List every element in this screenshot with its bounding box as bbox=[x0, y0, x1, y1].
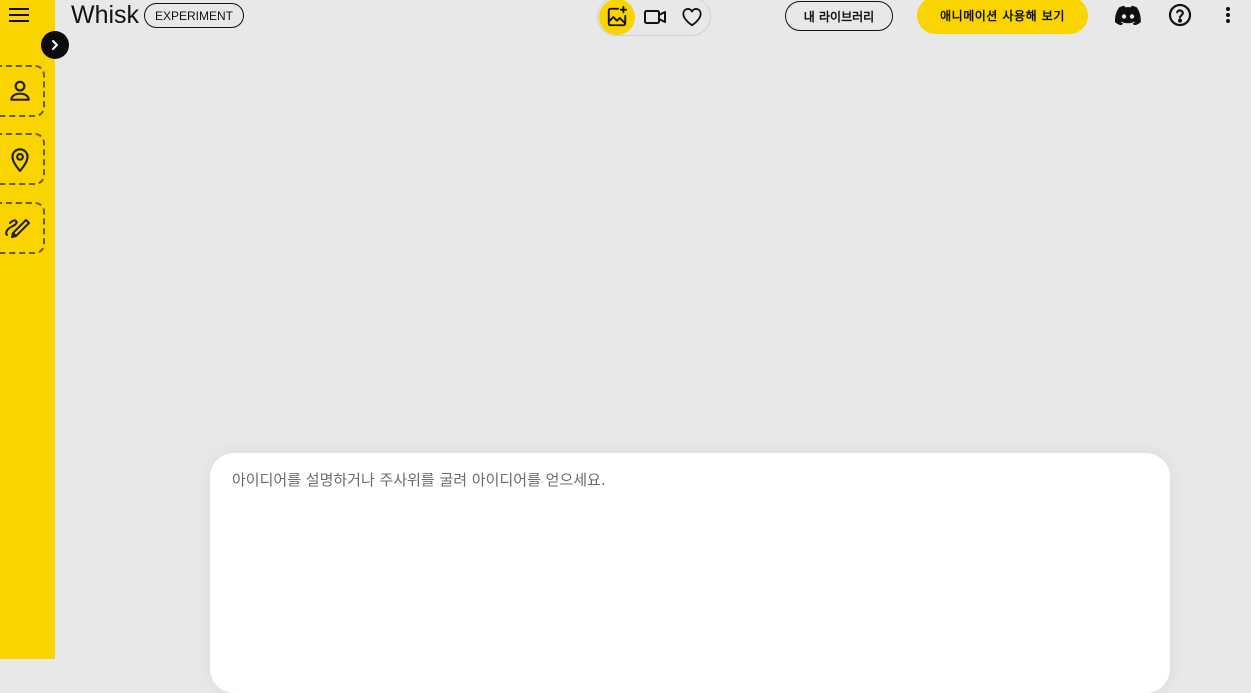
more-options-button[interactable] bbox=[1215, 2, 1241, 28]
mode-toggle bbox=[597, 0, 711, 36]
my-library-button[interactable]: 내 라이브러리 bbox=[785, 1, 893, 31]
discord-icon bbox=[1115, 5, 1141, 25]
experiment-badge: EXPERIMENT bbox=[144, 3, 245, 28]
hamburger-menu-button[interactable] bbox=[8, 4, 30, 26]
expand-sidebar-button[interactable] bbox=[41, 31, 69, 59]
subject-slot[interactable] bbox=[0, 65, 45, 117]
more-vertical-icon bbox=[1226, 7, 1230, 23]
image-add-icon bbox=[607, 6, 628, 27]
person-icon bbox=[10, 80, 30, 101]
video-mode-button[interactable] bbox=[637, 0, 673, 35]
video-camera-icon bbox=[644, 10, 666, 24]
scene-slot[interactable] bbox=[0, 133, 45, 185]
style-slot[interactable] bbox=[0, 202, 45, 254]
favorites-mode-button[interactable] bbox=[674, 0, 710, 35]
help-button[interactable] bbox=[1167, 2, 1193, 28]
location-pin-icon bbox=[11, 148, 29, 172]
chevron-right-icon bbox=[52, 40, 58, 50]
hamburger-menu-icon bbox=[9, 8, 29, 22]
app-title: Whisk bbox=[71, 1, 140, 29]
brush-icon bbox=[5, 219, 30, 238]
sidebar bbox=[0, 0, 55, 659]
image-mode-button[interactable] bbox=[599, 0, 635, 35]
try-animation-button[interactable]: 애니메이션 사용해 보기 bbox=[917, 0, 1088, 34]
discord-button[interactable] bbox=[1114, 2, 1142, 28]
prompt-card bbox=[210, 453, 1170, 693]
prompt-input[interactable] bbox=[232, 469, 1132, 659]
help-circle-icon bbox=[1168, 3, 1192, 27]
heart-icon bbox=[682, 8, 702, 27]
